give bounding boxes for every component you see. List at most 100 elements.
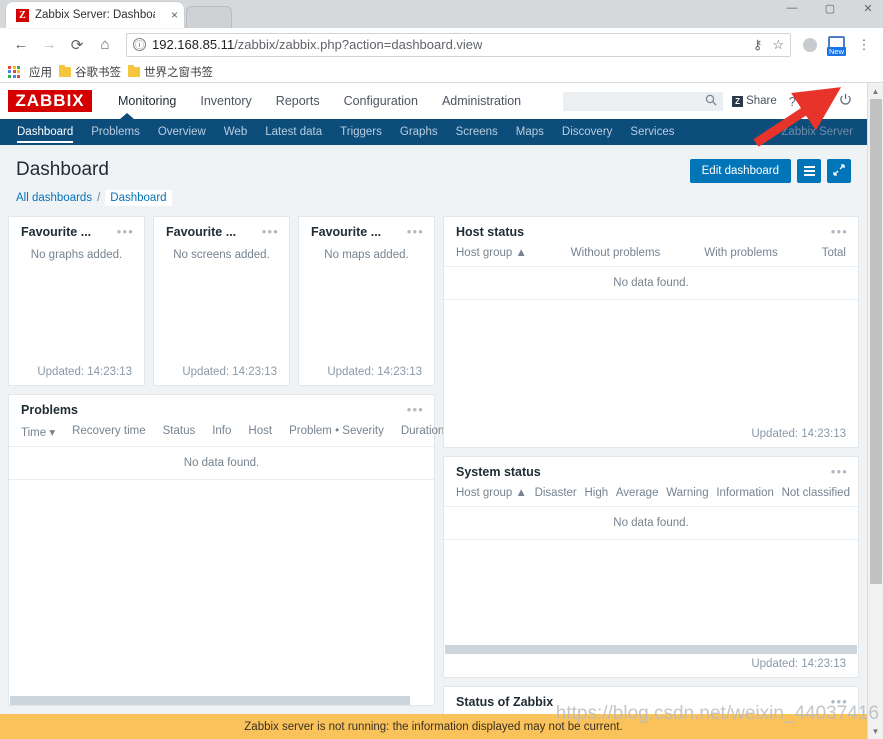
close-window-icon[interactable]: ✕ [857, 2, 879, 15]
column-header-recovery-time[interactable]: Recovery time [72, 425, 146, 439]
widget-menu-icon[interactable]: ••• [262, 225, 279, 238]
share-button[interactable]: Z Share [732, 95, 777, 107]
bookmark-star-icon[interactable]: ☆ [772, 37, 784, 53]
breadcrumb: All dashboards / Dashboard [0, 183, 867, 206]
scrollbar-thumb[interactable] [870, 99, 882, 584]
user-profile-icon[interactable] [808, 93, 827, 109]
subnav-maps[interactable]: Maps [507, 119, 553, 145]
subnav-screens[interactable]: Screens [447, 119, 507, 145]
menu-configuration[interactable]: Configuration [332, 83, 430, 119]
widget-menu-icon[interactable]: ••• [117, 225, 134, 238]
subnav-graphs[interactable]: Graphs [391, 119, 447, 145]
bookmark-item-1[interactable]: 世界之窗书签 [128, 64, 213, 80]
scroll-down-arrow-icon[interactable]: ▼ [868, 723, 883, 739]
reload-icon[interactable]: ⟳ [64, 32, 90, 58]
widget-menu-icon[interactable]: ••• [831, 225, 848, 238]
maximize-icon[interactable]: ▢ [819, 2, 841, 15]
widget-menu-icon[interactable]: ••• [407, 403, 424, 416]
dashboard-actions: Edit dashboard [689, 159, 851, 183]
bookmark-item-0[interactable]: 谷歌书签 [59, 64, 121, 80]
subnav-triggers[interactable]: Triggers [331, 119, 391, 145]
subnav-overview[interactable]: Overview [149, 119, 215, 145]
zabbix-favicon-icon: Z [16, 8, 29, 22]
site-info-icon[interactable]: ⓘ [133, 38, 146, 51]
help-icon[interactable]: ? [786, 94, 799, 109]
dashboard-menu-button[interactable] [797, 159, 821, 183]
server-name-label: Zabbix Server [781, 126, 853, 138]
widget-problems: Problems ••• Time ▾ Recovery time Status… [8, 394, 444, 706]
search-icon[interactable] [705, 94, 717, 109]
column-header-duration[interactable]: Duration [401, 425, 444, 439]
widget-empty-message: No graphs added. [30, 249, 123, 261]
system-status-horizontal-scrollbar[interactable] [445, 645, 857, 654]
menu-monitoring[interactable]: Monitoring [106, 83, 188, 119]
menu-administration[interactable]: Administration [430, 83, 533, 119]
column-header-info[interactable]: Info [212, 425, 231, 439]
column-header-warning[interactable]: Warning [666, 487, 708, 499]
column-header-disaster[interactable]: Disaster [535, 487, 577, 499]
apps-grid-icon[interactable] [8, 65, 20, 78]
page-vertical-scrollbar[interactable]: ▲ ▼ [867, 83, 883, 739]
column-header-problem-severity[interactable]: Problem • Severity [289, 425, 384, 439]
browser-tab[interactable]: Z Zabbix Server: Dashboa × [6, 2, 184, 28]
column-header-status[interactable]: Status [163, 425, 196, 439]
subnav-dashboard[interactable]: Dashboard [8, 119, 82, 145]
active-menu-pointer [120, 113, 134, 119]
column-header-without-problems[interactable]: Without problems [571, 247, 660, 259]
column-header-host[interactable]: Host [248, 425, 272, 439]
chrome-menu-icon[interactable]: ⋮ [853, 34, 875, 56]
password-key-icon[interactable]: ⚷ [753, 37, 763, 53]
widget-title: System status [456, 465, 541, 479]
column-header-host-group[interactable]: Host group ▲ [456, 247, 527, 259]
back-icon[interactable]: ← [8, 32, 34, 58]
address-bar[interactable]: ⓘ 192.168.85.11/zabbix/zabbix.php?action… [126, 32, 791, 57]
toolbar-icons: New ⋮ [799, 34, 875, 56]
profile-avatar-icon[interactable] [799, 34, 821, 56]
widget-title: Host status [456, 225, 525, 239]
sign-out-power-icon[interactable] [836, 93, 855, 109]
fullscreen-button[interactable] [827, 159, 851, 183]
problems-horizontal-scrollbar[interactable] [10, 696, 410, 705]
zabbix-logo[interactable]: ZABBIX [8, 90, 92, 112]
subnav-web[interactable]: Web [215, 119, 256, 145]
menu-inventory[interactable]: Inventory [188, 83, 263, 119]
column-header-host-group[interactable]: Host group ▲ [456, 487, 527, 499]
widget-favourite-graphs: Favourite ... ••• No graphs added. Updat… [8, 216, 145, 386]
column-header-not-classified[interactable]: Not classified [782, 487, 850, 499]
new-tab-button[interactable] [186, 6, 232, 28]
close-tab-icon[interactable]: × [171, 9, 178, 21]
forward-icon[interactable]: → [36, 32, 62, 58]
share-label: Share [746, 95, 777, 107]
folder-icon [59, 64, 71, 77]
favourites-row: Favourite ... ••• No graphs added. Updat… [8, 216, 435, 386]
minimize-icon[interactable]: — [781, 2, 803, 15]
column-header-time[interactable]: Time ▾ [21, 425, 55, 439]
subnav-latest-data[interactable]: Latest data [256, 119, 331, 145]
scroll-up-arrow-icon[interactable]: ▲ [868, 83, 883, 99]
search-input[interactable] [569, 95, 706, 107]
edit-dashboard-button[interactable]: Edit dashboard [689, 159, 791, 183]
subnav-discovery[interactable]: Discovery [553, 119, 621, 145]
column-header-average[interactable]: Average [616, 487, 659, 499]
column-header-high[interactable]: High [584, 487, 608, 499]
breadcrumb-all-dashboards[interactable]: All dashboards [16, 192, 92, 204]
menu-reports[interactable]: Reports [264, 83, 332, 119]
expand-icon [833, 163, 845, 179]
widget-menu-icon[interactable]: ••• [831, 465, 848, 478]
bookmark-apps[interactable]: 应用 [29, 64, 52, 80]
search-box[interactable] [563, 91, 724, 111]
hamburger-icon [803, 166, 815, 176]
subnav-problems[interactable]: Problems [82, 119, 149, 145]
breadcrumb-current[interactable]: Dashboard [105, 190, 172, 206]
widget-favourite-screens: Favourite ... ••• No screens added. Upda… [153, 216, 290, 386]
column-header-total[interactable]: Total [822, 247, 846, 259]
sub-navigation: Dashboard Problems Overview Web Latest d… [0, 113, 867, 145]
widget-empty-message: No maps added. [324, 249, 409, 261]
home-icon[interactable]: ⌂ [92, 32, 118, 58]
column-header-information[interactable]: Information [716, 487, 774, 499]
subnav-services[interactable]: Services [621, 119, 683, 145]
widget-title: Favourite ... [166, 225, 237, 239]
extension-new-icon[interactable]: New [826, 34, 848, 56]
widget-menu-icon[interactable]: ••• [407, 225, 424, 238]
column-header-with-problems[interactable]: With problems [704, 247, 778, 259]
